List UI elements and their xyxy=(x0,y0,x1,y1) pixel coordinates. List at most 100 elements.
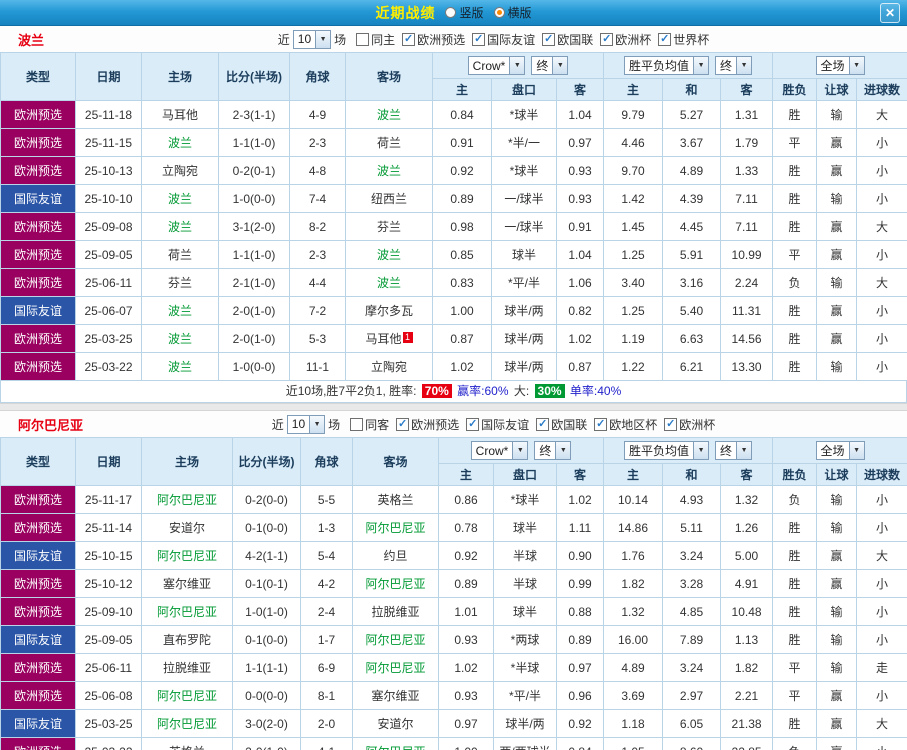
checkbox-icon[interactable]: ✓ xyxy=(664,417,678,431)
checkbox-icon[interactable]: ✓ xyxy=(466,417,480,431)
filter-checkbox[interactable]: ✓ 世界杯 xyxy=(658,31,709,48)
match-type-cell: 欧洲预选 xyxy=(0,268,76,297)
match-count-select[interactable]: 10 ▼ xyxy=(292,29,332,49)
handicap-result-cell: 赢 xyxy=(816,569,858,598)
checkbox-icon[interactable]: ✓ xyxy=(594,417,608,431)
win-rate-badge: 70% xyxy=(421,384,452,398)
away-team-cell: 纽西兰 xyxy=(345,184,433,213)
odds-time-select[interactable]: 终 ▼ xyxy=(531,56,569,75)
single-rate: 单率:40% xyxy=(569,384,622,398)
fulltime-select[interactable]: 全场 ▼ xyxy=(815,441,865,460)
poland-filter-bar: 近 10 ▼ 场 同主 ✓ 欧洲预选 ✓ 国际友谊 ✓ 欧国联 ✓ 欧洲杯 ✓ 世界杯 xyxy=(277,29,709,49)
corner-cell: 2-4 xyxy=(300,597,353,626)
radio-horizontal-layout[interactable]: 横版 xyxy=(493,4,532,21)
odds-home-win: 1.45 xyxy=(603,212,664,241)
handicap-result-cell: 赢 xyxy=(816,156,858,185)
avg-odds-select[interactable]: 胜平负均值 ▼ xyxy=(624,56,710,75)
result-cell: 平 xyxy=(772,240,818,269)
avg-odds-select[interactable]: 胜平负均值 ▼ xyxy=(624,441,710,460)
checkbox-icon[interactable]: ✓ xyxy=(600,32,614,46)
away-team-cell: 波兰 xyxy=(345,268,433,297)
checkbox-icon[interactable]: ✓ xyxy=(396,417,410,431)
home-team-name: 英格兰 xyxy=(169,745,205,750)
goals-result-cell: 小 xyxy=(856,597,907,626)
filter-checkbox[interactable]: ✓ 国际友谊 xyxy=(472,31,535,48)
col-asian: 让球 xyxy=(816,78,858,101)
corner-cell: 4-9 xyxy=(289,100,346,129)
checkbox-icon[interactable]: ✓ xyxy=(472,32,486,46)
match-row: 欧洲预选 25-09-10 阿尔巴尼亚 1-0(1-0) 2-4 拉脱维亚 1.… xyxy=(0,597,907,626)
corner-cell: 5-5 xyxy=(300,485,353,514)
fulltime-select[interactable]: 全场 ▼ xyxy=(815,56,865,75)
col-odds-draw: 和 xyxy=(662,463,722,486)
match-type-cell: 欧洲预选 xyxy=(0,128,76,157)
away-team-cell: 波兰 xyxy=(345,156,433,185)
match-date-cell: 25-09-05 xyxy=(75,625,142,654)
checkbox-icon[interactable]: ✓ xyxy=(542,32,556,46)
chevron-down-icon: ▼ xyxy=(509,57,525,74)
odds-draw: 5.91 xyxy=(662,240,722,269)
filter-checkbox[interactable]: ✓ 欧国联 xyxy=(542,31,593,48)
radio-icon[interactable] xyxy=(493,7,505,18)
matches-label: 场 xyxy=(328,417,341,432)
radio-vertical-layout[interactable]: 竖版 xyxy=(445,4,484,21)
filter-checkbox[interactable]: ✓ 国际友谊 xyxy=(466,416,529,433)
goals-result-cell: 走 xyxy=(856,653,907,682)
checkbox-icon[interactable]: ✓ xyxy=(536,417,550,431)
checkbox-icon[interactable]: ✓ xyxy=(402,32,416,46)
near-label: 近 xyxy=(277,32,290,47)
bookmaker-select[interactable]: Crow* ▼ xyxy=(470,441,529,460)
away-team-cell: 拉脱维亚 xyxy=(352,597,439,626)
checkbox-icon[interactable]: ✓ xyxy=(658,32,672,46)
bookmaker-select[interactable]: Crow* ▼ xyxy=(467,56,526,75)
odds-home-win: 1.22 xyxy=(603,352,664,381)
filter-checkbox[interactable]: ✓ 欧国联 xyxy=(536,416,587,433)
checkbox-label: 欧洲杯 xyxy=(615,32,652,47)
avg-odds-group-header: 胜平负均值 ▼ 终 ▼ xyxy=(603,52,774,79)
close-icon[interactable]: ✕ xyxy=(880,3,900,23)
filter-checkbox[interactable]: 同主 xyxy=(356,31,395,48)
odds-time-select[interactable]: 终 ▼ xyxy=(534,441,572,460)
odds-away-win: 1.31 xyxy=(720,100,774,129)
score-cell: 0-2(0-0) xyxy=(232,485,301,514)
avg-time-select[interactable]: 终 ▼ xyxy=(715,56,753,75)
handicap-line: 球半/两 xyxy=(491,324,557,353)
handicap-home-odds: 0.78 xyxy=(438,513,494,542)
odds-home-win: 4.46 xyxy=(603,128,664,157)
score-cell: 0-0(0-0) xyxy=(232,681,301,710)
home-team-cell: 塞尔维亚 xyxy=(141,569,233,598)
filter-checkbox[interactable]: ✓ 欧洲杯 xyxy=(664,416,715,433)
filter-checkbox[interactable]: ✓ 欧洲预选 xyxy=(396,416,459,433)
away-team-name: 芬兰 xyxy=(376,220,401,234)
result-cell: 负 xyxy=(772,485,818,514)
score-cell: 3-1(2-0) xyxy=(218,212,290,241)
away-team-name: 波兰 xyxy=(376,108,401,122)
fulltime-group-header: 全场 ▼ xyxy=(772,437,907,464)
filter-checkbox[interactable]: ✓ 欧洲预选 xyxy=(402,31,465,48)
col-home: 主场 xyxy=(141,52,219,101)
home-team-name: 波兰 xyxy=(167,304,192,318)
handicap-result-cell: 输 xyxy=(816,485,858,514)
avg-time-select[interactable]: 终 ▼ xyxy=(715,441,753,460)
handicap-away-odds: 0.88 xyxy=(555,597,605,626)
match-count-select[interactable]: 10 ▼ xyxy=(286,414,326,434)
score-cell: 0-1(0-0) xyxy=(232,513,301,542)
col-type: 类型 xyxy=(0,437,76,486)
home-team-cell: 拉脱维亚 xyxy=(141,653,233,682)
odds-draw: 7.89 xyxy=(662,625,722,654)
filter-checkbox[interactable]: ✓ 欧地区杯 xyxy=(594,416,657,433)
filter-checkbox[interactable]: 同客 xyxy=(350,416,389,433)
checkbox-icon[interactable] xyxy=(356,32,370,46)
goals-result-cell: 小 xyxy=(856,184,907,213)
radio-icon[interactable] xyxy=(445,7,457,18)
match-row: 欧洲预选 25-11-14 安道尔 0-1(0-0) 1-3 阿尔巴尼亚 0.7… xyxy=(0,513,907,542)
col-goals: 进球数 xyxy=(856,78,907,101)
handicap-home-odds: 0.87 xyxy=(432,324,492,353)
match-date-cell: 25-06-07 xyxy=(75,296,142,325)
result-cell: 负 xyxy=(772,737,818,750)
goals-result-cell: 小 xyxy=(856,737,907,750)
score-cell: 0-1(0-0) xyxy=(232,625,301,654)
checkbox-icon[interactable] xyxy=(350,417,364,431)
filter-checkbox[interactable]: ✓ 欧洲杯 xyxy=(600,31,651,48)
away-team-cell: 安道尔 xyxy=(352,709,439,738)
